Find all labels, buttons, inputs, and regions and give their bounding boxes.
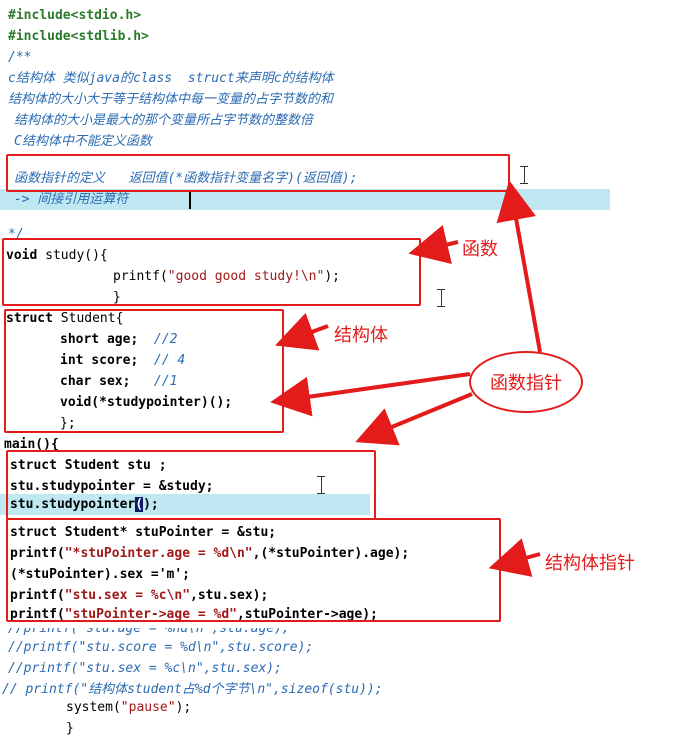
arrow-to-function (408, 225, 459, 264)
arrow-to-struct (274, 312, 329, 351)
arrow-to-usage (355, 392, 473, 446)
annotation-arrows (270, 180, 542, 577)
arrow-to-struct-pointer (488, 538, 541, 577)
arrow-to-pointer-def (496, 180, 542, 353)
arrow-to-void-ptr (270, 372, 471, 417)
code-editor[interactable]: #include<stdio.h> #include<stdlib.h> /**… (0, 0, 678, 747)
